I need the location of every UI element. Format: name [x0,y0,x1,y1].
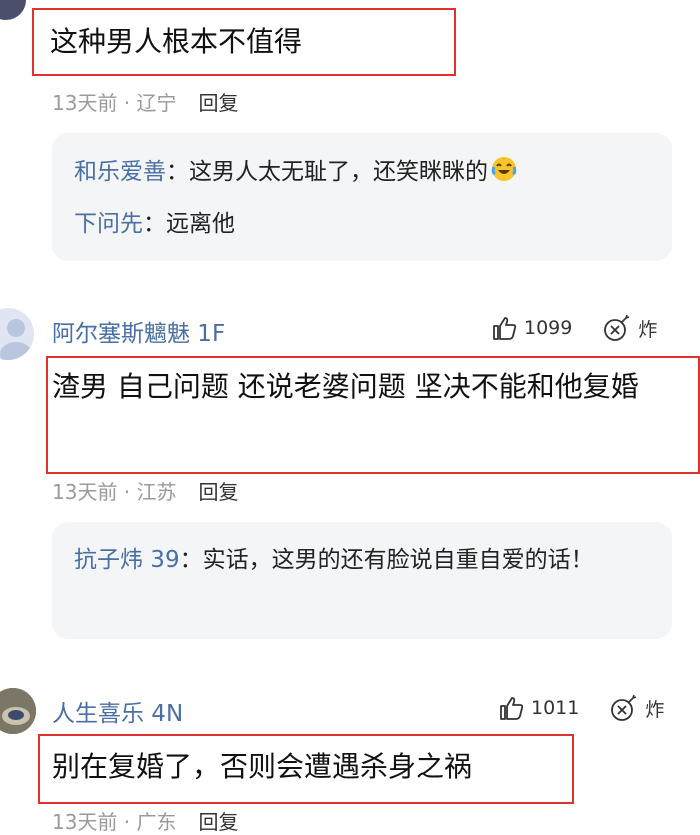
reply-button[interactable]: 回复 [199,480,239,504]
like-count: 1011 [531,697,580,719]
reply-username[interactable]: 下问先 [74,211,143,237]
replies-box[interactable]: 抗子炜 39：实话，这男的还有脸说自重自爱的话！ [52,522,672,639]
bomb-icon [604,314,630,341]
bomb-label: 炸 [638,318,658,341]
avatar[interactable] [0,308,34,360]
avatar[interactable] [0,0,26,20]
reply-text: 这男人太无耻了，还笑眯眯的 [189,159,488,185]
comment-username[interactable]: 人生喜乐 4N [52,694,183,728]
reply-item[interactable]: 下问先：远离他 [52,192,672,240]
comment-location: 辽宁 [136,91,177,115]
like-button[interactable]: 1099 [490,314,572,342]
like-count: 1099 [524,317,573,339]
comment-actions: 1099 炸 [490,314,657,342]
comment-time: 13天前 [52,810,118,834]
comment-text: 别在复婚了，否则会遭遇杀身之祸 [52,750,473,783]
reply-item[interactable]: 和乐爱善：这男人太无耻了，还笑眯眯的 [52,133,672,192]
bomb-button[interactable]: 炸 [609,694,664,722]
comment-actions: 1011 炸 [497,694,664,722]
meta-separator: · [117,480,137,504]
like-button[interactable]: 1011 [497,694,579,722]
meta-separator: · [117,810,137,834]
comment-username[interactable]: 阿尔塞斯魑魅 1F [52,314,225,348]
comment-time: 13天前 [52,91,118,115]
comment-location: 广东 [136,810,177,834]
thumbs-up-icon [493,317,517,340]
comment-meta: 13天前 · 江苏 回复 [52,476,239,505]
reply-username[interactable]: 和乐爱善 [74,159,166,185]
bomb-button[interactable]: 炸 [602,314,657,342]
bomb-label: 炸 [645,698,665,721]
avatar-photo [0,688,36,734]
user-silhouette-icon [0,319,32,360]
reply-colon: ： [143,211,166,237]
reply-button[interactable]: 回复 [199,810,239,834]
reply-text: 实话，这男的还有脸说自重自爱的话！ [202,547,594,573]
reply-colon: ： [166,159,189,185]
meta-separator: · [117,91,137,115]
replies-box[interactable]: 和乐爱善：这男人太无耻了，还笑眯眯的 下问先：远离他 [52,133,672,261]
reply-colon: ： [179,547,203,573]
comment-text: 渣男 自己问题 还说老婆问题 坚决不能和他复婚 [52,370,639,403]
reply-item[interactable]: 抗子炜 39：实话，这男的还有脸说自重自爱的话！ [52,522,656,576]
reply-text: 远离他 [166,211,235,237]
comment-location: 江苏 [136,480,177,504]
thumbs-up-icon [500,697,524,720]
avatar[interactable] [0,688,36,734]
comment-time: 13天前 [52,480,118,504]
reply-button[interactable]: 回复 [199,91,239,115]
comment-meta: 13天前 · 辽宁 回复 [52,87,239,116]
comment-text: 这种男人根本不值得 [50,25,303,58]
comment-meta: 13天前 · 广东 回复 [52,806,239,835]
laughing-emoji-icon [490,155,518,192]
bomb-icon [611,694,637,721]
reply-username[interactable]: 抗子炜 39 [74,547,180,573]
